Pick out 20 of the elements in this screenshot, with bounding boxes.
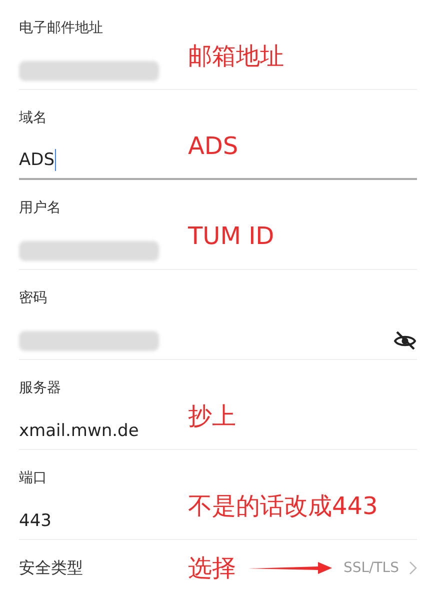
annotation-text: 邮箱地址 bbox=[188, 42, 284, 70]
text-cursor bbox=[54, 149, 56, 171]
field-value: ADS bbox=[19, 149, 55, 172]
field-label: 用户名 bbox=[19, 199, 61, 218]
annotation-text: 不是的话改成443 bbox=[188, 492, 378, 520]
field-label: 电子邮件地址 bbox=[19, 19, 103, 38]
chevron-right-icon bbox=[409, 561, 417, 575]
field-label: 服务器 bbox=[19, 379, 61, 398]
annotation-text: 选择 bbox=[188, 554, 236, 582]
field-label: 安全类型 bbox=[19, 558, 83, 578]
security-type-row[interactable]: 安全类型 选择 SSL/TLS bbox=[0, 540, 433, 592]
field-label: 端口 bbox=[19, 469, 47, 488]
annotation-text: ADS bbox=[188, 132, 238, 160]
field-label: 域名 bbox=[19, 109, 47, 128]
annotation-text: TUM ID bbox=[188, 222, 274, 250]
select-value: SSL/TLS bbox=[343, 560, 399, 576]
field-label: 密码 bbox=[19, 289, 47, 308]
field-value: xmail.mwn.de bbox=[19, 420, 139, 443]
annotation-text: 抄上 bbox=[188, 402, 236, 430]
field-value: 443 bbox=[19, 510, 52, 533]
